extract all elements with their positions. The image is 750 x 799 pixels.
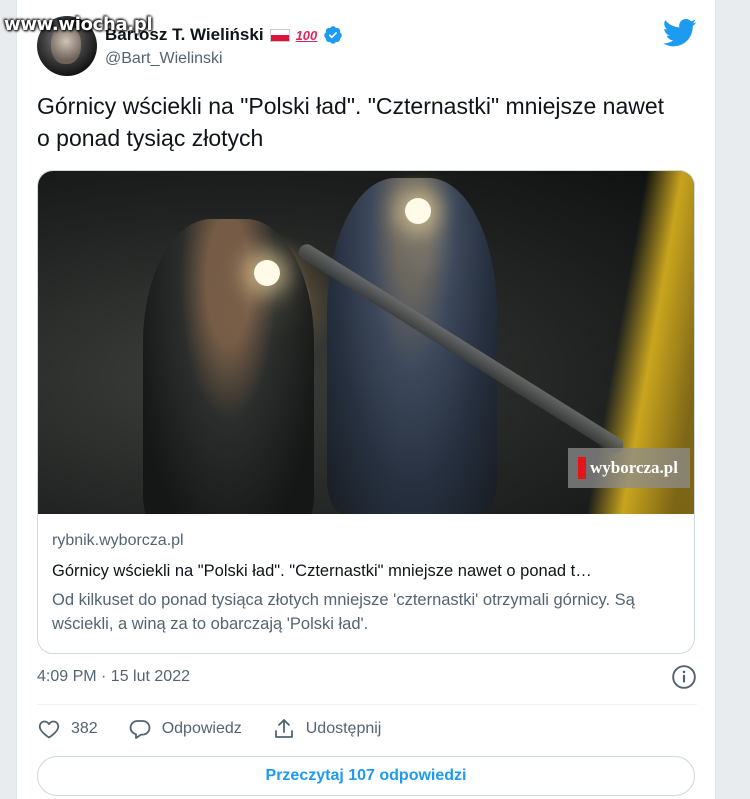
- miner-figure-left: [142, 219, 314, 514]
- link-description: Od kilkuset do ponad tysiąca złotych mni…: [52, 591, 635, 633]
- wyborcza-logo-text: wyborcza.pl: [590, 458, 678, 477]
- info-icon[interactable]: [671, 664, 697, 690]
- watermark: www.wiocha.pl: [4, 14, 153, 35]
- poland-flag-icon: [269, 28, 290, 42]
- timestamp-row: 4:09 PM · 15 lut 2022: [37, 664, 697, 690]
- reply-button[interactable]: Odpowiedz: [128, 717, 242, 741]
- wyborcza-logo: wyborcza.pl: [568, 448, 690, 488]
- link-domain: rybnik.wyborcza.pl: [52, 532, 184, 549]
- link-meta: rybnik.wyborcza.pl Górnicy wściekli na "…: [38, 514, 694, 636]
- like-button[interactable]: 382: [37, 717, 98, 741]
- reply-label: Odpowiedz: [161, 720, 242, 737]
- wyborcza-logo-mark: [578, 457, 586, 479]
- link-preview-card[interactable]: wyborcza.pl rybnik.wyborcza.pl Górnicy w…: [37, 170, 695, 654]
- hundred-points-icon: 100: [295, 27, 318, 43]
- tweet-card: Bartosz T. Wieliński 100 @Bart_Wielinski…: [16, 0, 716, 799]
- tweet-timestamp[interactable]: 4:09 PM · 15 lut 2022: [37, 668, 190, 685]
- like-count: 382: [71, 720, 98, 737]
- share-label: Udostępnij: [305, 720, 382, 737]
- reply-bubble-icon: [129, 720, 151, 739]
- user-handle[interactable]: @Bart_Wielinski: [105, 50, 223, 68]
- twitter-bird-icon[interactable]: [663, 18, 697, 48]
- read-replies-button[interactable]: Przeczytaj 107 odpowiedzi: [37, 756, 695, 796]
- share-icon: [274, 719, 293, 738]
- link-title: Górnicy wściekli na "Polski ład". "Czter…: [52, 562, 592, 580]
- heart-icon: [38, 720, 60, 739]
- share-button[interactable]: Udostępnij: [272, 717, 382, 741]
- divider: [37, 704, 697, 705]
- article-image[interactable]: wyborcza.pl: [38, 171, 694, 514]
- tweet-text: Górnicy wściekli na "Polski ład". "Czter…: [37, 93, 665, 151]
- action-bar: 382 Odpowiedz Udostępnij: [37, 714, 381, 744]
- verified-badge-icon: [324, 26, 343, 44]
